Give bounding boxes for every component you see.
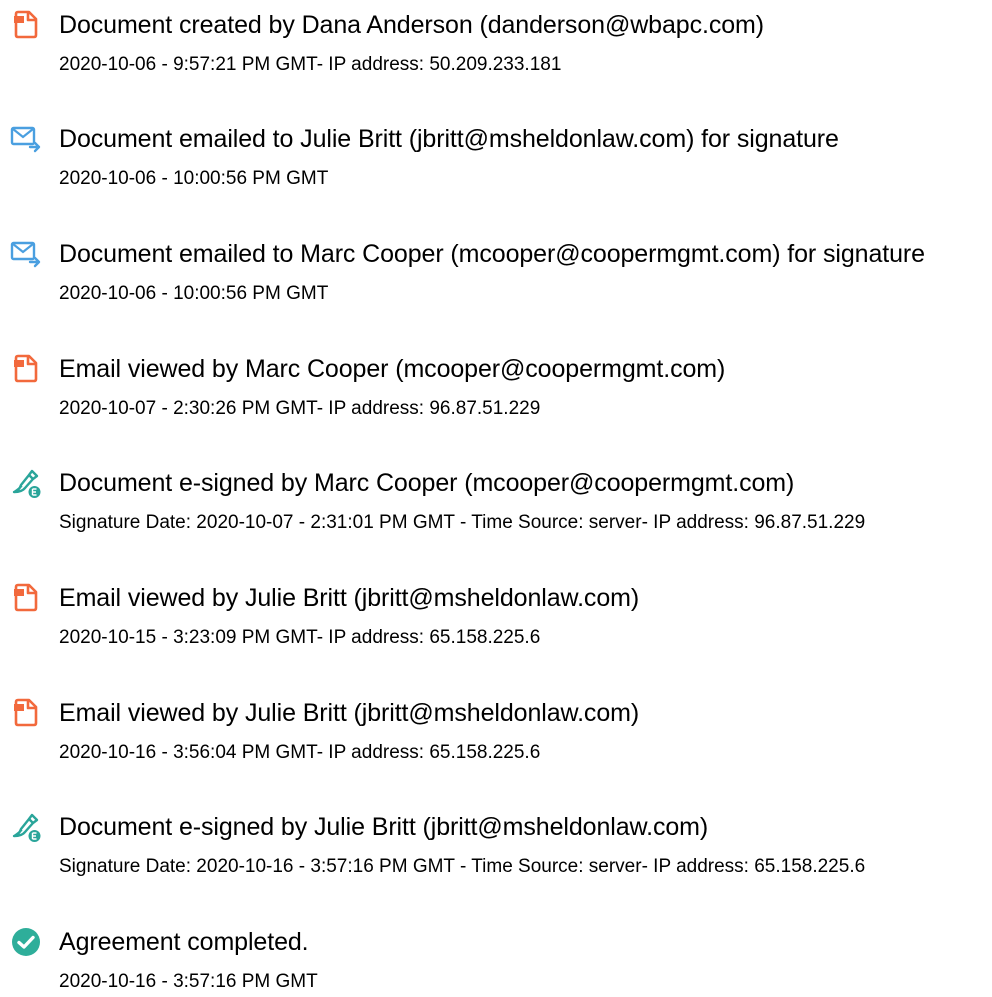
event-title: Document e-signed by Julie Britt (jbritt… — [59, 813, 709, 841]
event-detail: 2020-10-15 - 3:23:09 PM GMT- IP address:… — [59, 627, 541, 648]
history-event: Document emailed to Marc Cooper (mcooper… — [0, 229, 992, 309]
event-title: Document e-signed by Marc Cooper (mcoope… — [59, 469, 795, 497]
event-title: Email viewed by Julie Britt (jbritt@mshe… — [59, 699, 640, 727]
document-icon — [10, 353, 42, 385]
event-detail: 2020-10-06 - 10:00:56 PM GMT — [59, 283, 329, 304]
event-detail: 2020-10-06 - 10:00:56 PM GMT — [59, 168, 329, 189]
history-event: Document emailed to Julie Britt (jbritt@… — [0, 114, 992, 194]
event-title: Email viewed by Julie Britt (jbritt@mshe… — [59, 584, 640, 612]
event-title: Document emailed to Julie Britt (jbritt@… — [59, 125, 839, 153]
history-event: Agreement completed. 2020-10-16 - 3:57:1… — [0, 917, 992, 997]
event-detail: 2020-10-06 - 9:57:21 PM GMT- IP address:… — [59, 54, 562, 75]
event-detail: 2020-10-16 - 3:56:04 PM GMT- IP address:… — [59, 742, 541, 763]
email-sent-icon — [10, 238, 42, 270]
event-title: Document created by Dana Anderson (dande… — [59, 11, 764, 39]
history-event: Document e-signed by Julie Britt (jbritt… — [0, 802, 992, 882]
document-icon — [10, 697, 42, 729]
history-event: Email viewed by Julie Britt (jbritt@mshe… — [0, 688, 992, 768]
audit-history: Document created by Dana Anderson (dande… — [0, 0, 992, 994]
history-event: Document e-signed by Marc Cooper (mcoope… — [0, 458, 992, 538]
esign-pen-icon — [10, 811, 42, 843]
email-sent-icon — [10, 123, 42, 155]
event-detail: 2020-10-07 - 2:30:26 PM GMT- IP address:… — [59, 398, 541, 419]
event-title: Email viewed by Marc Cooper (mcooper@coo… — [59, 355, 726, 383]
document-icon — [10, 582, 42, 614]
history-event: Email viewed by Julie Britt (jbritt@mshe… — [0, 573, 992, 653]
event-detail: Signature Date: 2020-10-16 - 3:57:16 PM … — [59, 856, 866, 877]
event-title: Document emailed to Marc Cooper (mcooper… — [59, 240, 925, 268]
history-event: Document created by Dana Anderson (dande… — [0, 0, 992, 80]
history-event: Email viewed by Marc Cooper (mcooper@coo… — [0, 344, 992, 424]
esign-pen-icon — [10, 467, 42, 499]
event-detail: Signature Date: 2020-10-07 - 2:31:01 PM … — [59, 512, 866, 533]
check-circle-icon — [10, 926, 42, 958]
event-detail: 2020-10-16 - 3:57:16 PM GMT — [59, 971, 318, 992]
document-icon — [10, 9, 42, 41]
event-title: Agreement completed. — [59, 928, 309, 956]
